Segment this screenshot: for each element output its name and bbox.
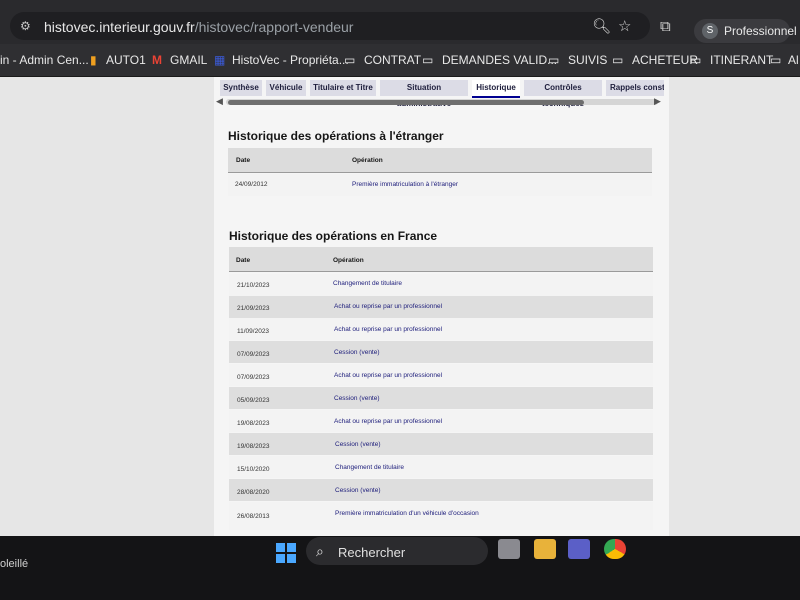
- profile-label: Professionnel: [724, 24, 797, 38]
- folder-icon: ▭: [344, 53, 356, 67]
- folder-icon: ▭: [422, 53, 434, 67]
- chrome-icon[interactable]: [604, 539, 626, 559]
- row-date: 11/09/2023: [237, 328, 270, 335]
- row-date: 07/09/2023: [237, 351, 270, 358]
- bookmark-acheteur[interactable]: ACHETEUR: [632, 53, 698, 67]
- row-date: 26/08/2013: [237, 513, 270, 520]
- scroll-right-icon[interactable]: ▶: [654, 96, 661, 107]
- tab-titulaire[interactable]: Titulaire et Titre: [310, 80, 376, 96]
- table-row: [229, 433, 653, 455]
- bookmark-al[interactable]: Al: [788, 53, 799, 67]
- bookmark-itinerant[interactable]: ITINERANT: [710, 53, 773, 67]
- france-history-title: Historique des opérations en France: [229, 229, 438, 243]
- row-operation: Achat ou reprise par un professionnel: [334, 372, 443, 379]
- row-date: 21/10/2023: [237, 282, 270, 289]
- bookmark-admin[interactable]: in - Admin Cen...: [0, 53, 89, 67]
- bookmark-histovec[interactable]: HistoVec - Propriéta...: [232, 53, 349, 67]
- profile-avatar: S: [702, 23, 718, 39]
- site-settings-icon[interactable]: ⚙: [20, 20, 34, 32]
- weather-text[interactable]: oleillé: [0, 558, 28, 570]
- url-path: /histovec/rapport-vendeur: [194, 19, 354, 35]
- row-date: 19/08/2023: [237, 420, 270, 427]
- row-operation: Cession (vente): [334, 395, 380, 402]
- tab-synthese[interactable]: Synthèse: [220, 80, 262, 96]
- row-operation: Cession (vente): [335, 487, 381, 494]
- foreign-row-operation: Première immatriculation à l'étranger: [352, 181, 459, 188]
- tab-controles[interactable]: Contrôles techniques: [524, 80, 602, 108]
- task-view-icon[interactable]: [498, 539, 520, 559]
- row-operation: Cession (vente): [335, 441, 381, 448]
- histovec-icon: ▦: [214, 53, 226, 67]
- france-table-header: [229, 247, 653, 272]
- foreign-col-operation: Opération: [352, 157, 383, 164]
- tabs-scroll-thumb[interactable]: [228, 100, 584, 105]
- gmail-icon: M: [152, 53, 162, 67]
- row-operation: Achat ou reprise par un professionnel: [334, 418, 443, 425]
- row-operation: Changement de titulaire: [333, 280, 403, 287]
- row-date: 07/09/2023: [237, 374, 270, 381]
- table-row: [229, 387, 653, 409]
- bookmark-contrat[interactable]: CONTRAT: [364, 53, 421, 67]
- table-row: [229, 456, 653, 478]
- scroll-left-icon[interactable]: ◀: [216, 96, 223, 107]
- france-col-date: Date: [236, 257, 251, 264]
- row-operation: Achat ou reprise par un professionnel: [334, 303, 443, 310]
- windows-start-icon[interactable]: [276, 543, 296, 563]
- foreign-row-date: 24/09/2012: [235, 181, 268, 188]
- extensions-icon[interactable]: ⧉: [660, 19, 671, 34]
- table-row: [229, 274, 653, 296]
- file-explorer-icon[interactable]: [534, 539, 556, 559]
- folder-icon: ▭: [612, 53, 624, 67]
- auto1-icon: ▮: [90, 53, 97, 67]
- url-host: histovec.interieur.gouv.fr: [44, 19, 195, 35]
- tab-rappels[interactable]: Rappels constru: [606, 80, 664, 96]
- row-date: 15/10/2020: [237, 466, 270, 473]
- table-row: [229, 341, 653, 363]
- folder-icon: ▭: [770, 53, 782, 67]
- taskbar-search-label: Rechercher: [338, 545, 406, 560]
- folder-icon: ▭: [690, 53, 702, 67]
- row-date: 21/09/2023: [237, 305, 270, 312]
- tab-historique[interactable]: Historique: [472, 80, 520, 98]
- row-operation: Cession (vente): [334, 349, 380, 356]
- search-icon: ⌕: [316, 543, 324, 559]
- foreign-table-header: [228, 148, 652, 173]
- france-col-operation: Opération: [333, 257, 364, 264]
- bookmark-demandes[interactable]: DEMANDES VALID...: [442, 53, 557, 67]
- tab-vehicule[interactable]: Véhicule: [266, 80, 306, 96]
- row-operation: Première immatriculation d'un véhicule d…: [335, 510, 479, 517]
- row-date: 28/08/2020: [237, 489, 270, 496]
- foreign-history-title: Historique des opérations à l'étranger: [228, 129, 444, 143]
- row-date: 19/08/2023: [237, 443, 270, 450]
- star-icon[interactable]: ☆: [618, 19, 631, 34]
- folder-icon: ▭: [548, 53, 560, 67]
- tab-situation[interactable]: Situation administrative: [380, 80, 468, 108]
- zoom-icon[interactable]: 🔍︎: [592, 19, 611, 34]
- row-operation: Changement de titulaire: [335, 464, 405, 471]
- table-row: [229, 479, 653, 501]
- bookmark-suivis[interactable]: SUIVIS: [568, 53, 607, 67]
- bookmark-auto1[interactable]: AUTO1: [106, 53, 146, 67]
- row-operation: Achat ou reprise par un professionnel: [334, 326, 443, 333]
- teams-icon[interactable]: [568, 539, 590, 559]
- foreign-col-date: Date: [236, 157, 251, 164]
- bookmark-gmail[interactable]: GMAIL: [170, 53, 207, 67]
- url-text[interactable]: histovec.interieur.gouv.fr/histovec/rapp…: [44, 19, 353, 35]
- row-date: 05/09/2023: [237, 397, 270, 404]
